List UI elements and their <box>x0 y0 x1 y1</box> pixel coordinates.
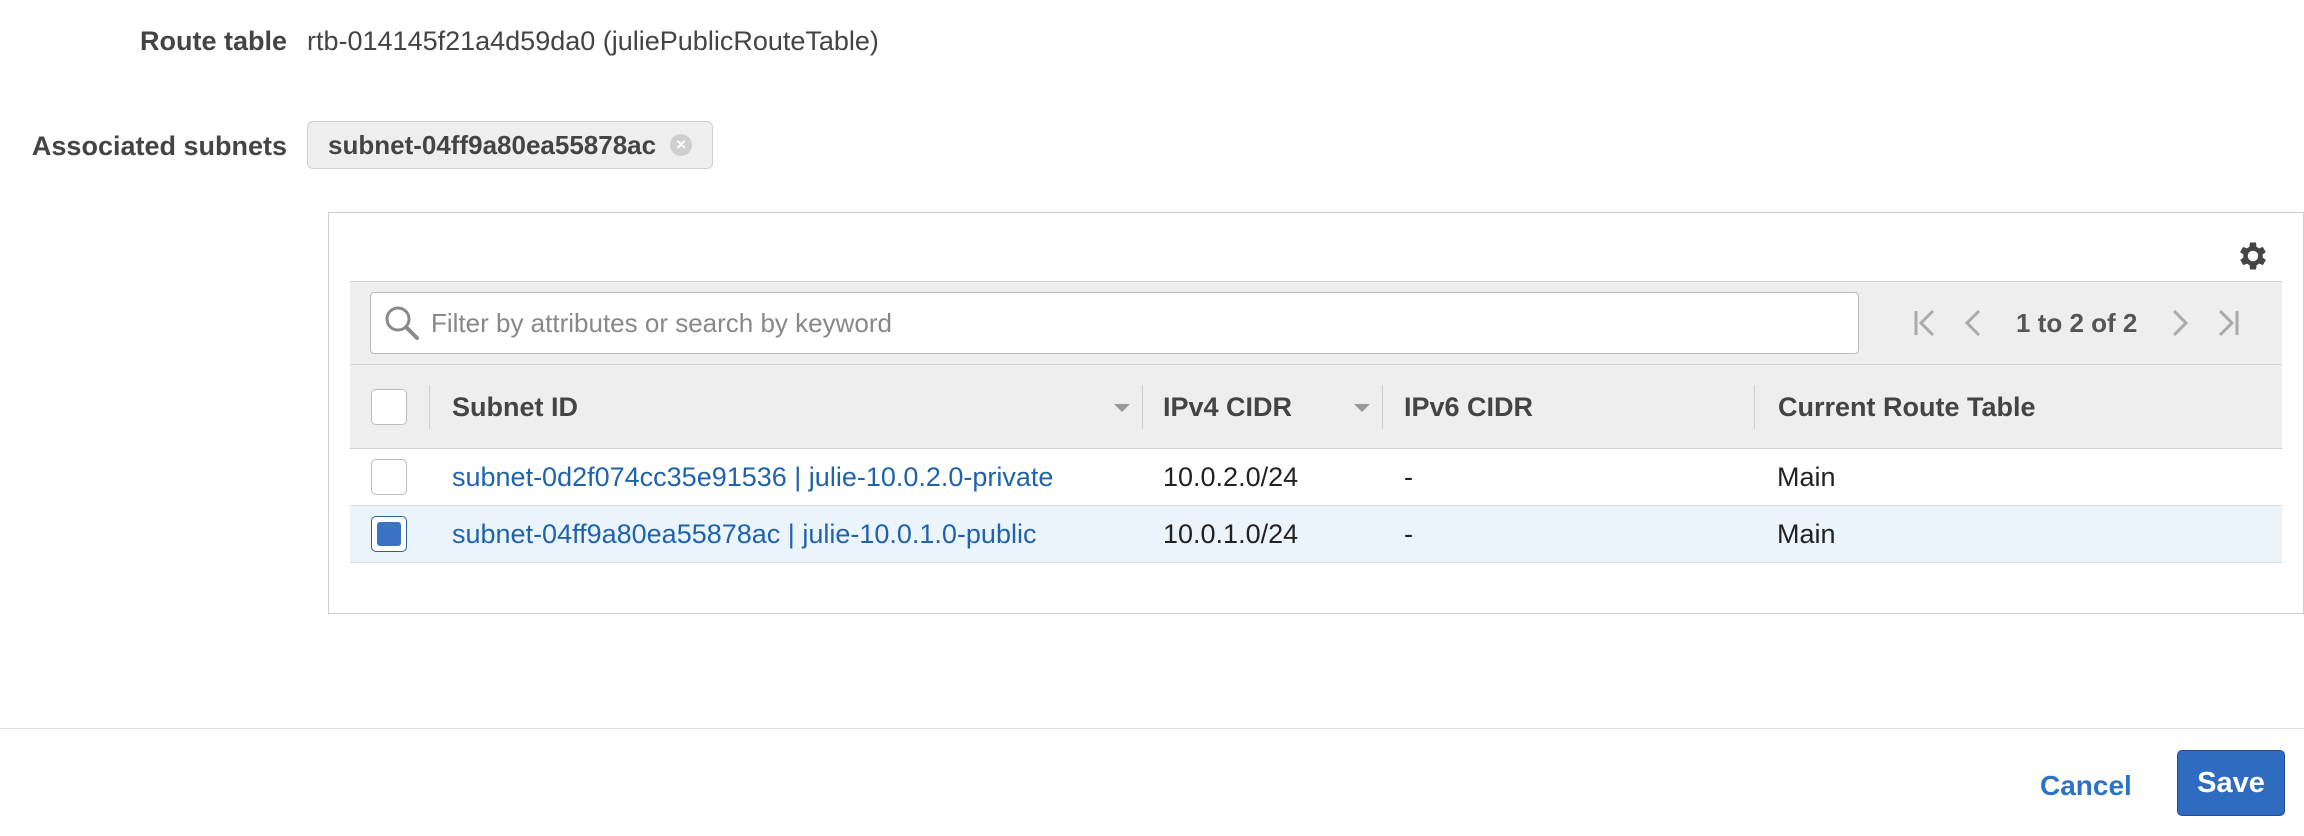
footer-divider <box>0 728 2304 729</box>
subnet-id-link[interactable]: subnet-0d2f074cc35e91536 | julie-10.0.2.… <box>452 449 1053 506</box>
pagination-range: 1 to 2 of 2 <box>2016 307 2138 338</box>
subnet-chip: subnet-04ff9a80ea55878ac × <box>307 121 714 169</box>
table-toolbar: 1 to 2 of 2 <box>350 281 2282 365</box>
associated-subnets-label: Associated subnets <box>31 131 287 161</box>
column-header-current-route-table[interactable]: Current Route Table <box>1778 365 2036 449</box>
prev-page-icon[interactable] <box>1958 305 1988 341</box>
sort-down-icon[interactable] <box>1354 404 1370 412</box>
ipv4-cidr-cell: 10.0.1.0/24 <box>1163 519 1299 549</box>
last-page-icon[interactable] <box>2213 305 2243 341</box>
route-table-label: Route table <box>139 26 287 56</box>
subnet-id-link[interactable]: subnet-04ff9a80ea55878ac | julie-10.0.1.… <box>452 506 1036 563</box>
column-divider <box>1754 385 1755 429</box>
column-divider <box>429 385 430 429</box>
ipv4-cidr-cell: 10.0.2.0/24 <box>1163 462 1299 492</box>
column-divider <box>1142 385 1143 429</box>
sort-down-icon[interactable] <box>1114 404 1130 412</box>
route-table-cell: Main <box>1777 519 1836 549</box>
subnet-chip-label: subnet-04ff9a80ea55878ac <box>328 129 657 160</box>
save-button[interactable]: Save <box>2177 750 2285 816</box>
route-table-cell: Main <box>1777 462 1836 492</box>
first-page-icon[interactable] <box>1910 305 1940 341</box>
gear-icon[interactable] <box>2235 238 2271 274</box>
pagination: 1 to 2 of 2 <box>1910 292 2261 354</box>
row-checkbox[interactable] <box>371 459 407 495</box>
route-table-value: rtb-014145f21a4d59da0 (juliePublicRouteT… <box>307 26 879 56</box>
table-header: Subnet ID IPv4 CIDR IPv6 CIDR Current Ro… <box>350 365 2282 449</box>
search-input[interactable] <box>431 307 1831 339</box>
column-header-ipv4-cidr[interactable]: IPv4 CIDR <box>1163 365 1292 449</box>
table-row[interactable]: subnet-0d2f074cc35e91536 | julie-10.0.2.… <box>350 449 2282 506</box>
column-divider <box>1382 385 1383 429</box>
search-box[interactable] <box>370 292 1859 354</box>
column-header-ipv6-cidr[interactable]: IPv6 CIDR <box>1404 365 1533 449</box>
column-header-subnet-id[interactable]: Subnet ID <box>452 365 578 449</box>
ipv6-cidr-cell: - <box>1404 519 1413 549</box>
table-row[interactable]: subnet-04ff9a80ea55878ac | julie-10.0.1.… <box>350 506 2282 563</box>
row-checkbox[interactable] <box>371 516 407 552</box>
close-circle-icon[interactable]: × <box>670 134 693 156</box>
search-icon <box>385 306 419 340</box>
ipv6-cidr-cell: - <box>1404 462 1413 492</box>
cancel-button[interactable]: Cancel <box>2040 762 2132 810</box>
subnet-table-panel: 1 to 2 of 2 Subnet ID IPv4 CIDR IPv6 CID… <box>328 212 2304 614</box>
next-page-icon[interactable] <box>2165 305 2195 341</box>
select-all-checkbox[interactable] <box>371 389 407 425</box>
